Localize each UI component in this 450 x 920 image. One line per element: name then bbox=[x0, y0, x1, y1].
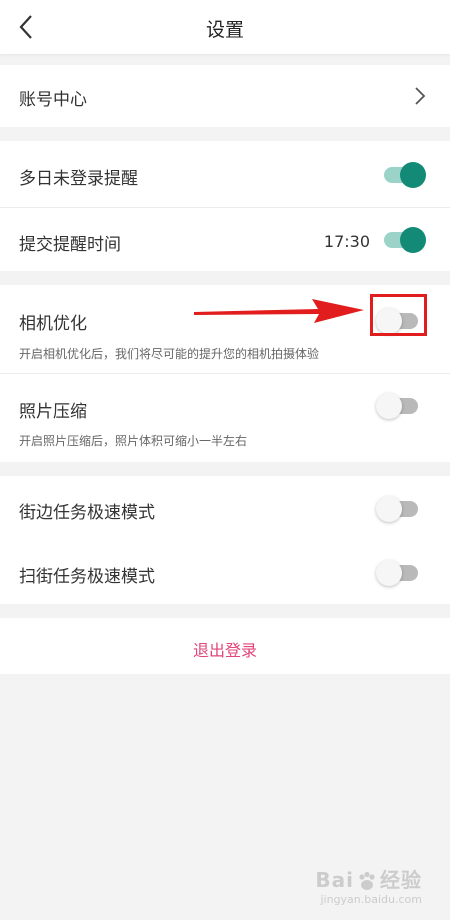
submit-reminder-time-row[interactable]: 提交提醒时间 17:30 bbox=[0, 208, 450, 271]
watermark-text-cn: 经验 bbox=[380, 868, 422, 892]
photo-compression-row: 照片压缩 开启照片压缩后，照片体积可缩小一半左右 bbox=[0, 374, 450, 462]
toggle-knob bbox=[400, 162, 426, 188]
submit-reminder-time-label: 提交提醒时间 bbox=[19, 235, 121, 255]
scan-task-mode-row: 扫街任务极速模式 bbox=[0, 540, 450, 604]
multi-day-reminder-row: 多日未登录提醒 bbox=[0, 141, 450, 207]
toggle-knob bbox=[376, 393, 402, 419]
photo-compression-toggle[interactable] bbox=[376, 393, 418, 419]
speed-modes-group: 街边任务极速模式 扫街任务极速模式 bbox=[0, 476, 450, 604]
paw-icon bbox=[359, 871, 375, 890]
scan-task-mode-label: 扫街任务极速模式 bbox=[19, 567, 155, 587]
multi-day-reminder-toggle[interactable] bbox=[384, 162, 426, 188]
photo-compression-label: 照片压缩 bbox=[19, 402, 87, 422]
page-title: 设置 bbox=[205, 19, 244, 41]
street-task-mode-label: 街边任务极速模式 bbox=[19, 503, 155, 523]
nav-bar: 设置 bbox=[0, 0, 450, 54]
logout-group: 退出登录 bbox=[0, 618, 450, 674]
street-task-mode-toggle[interactable] bbox=[376, 496, 418, 522]
photo-compression-desc: 开启照片压缩后，照片体积可缩小一半左右 bbox=[19, 434, 248, 448]
scan-task-mode-toggle[interactable] bbox=[376, 560, 418, 586]
street-task-mode-row: 街边任务极速模式 bbox=[0, 476, 450, 540]
watermark-text: Bai bbox=[315, 868, 354, 892]
reminders-group: 多日未登录提醒 提交提醒时间 17:30 bbox=[0, 141, 450, 271]
annotation-arrow bbox=[194, 299, 364, 323]
toggle-knob bbox=[376, 560, 402, 586]
account-center-row[interactable]: 账号中心 bbox=[0, 65, 450, 127]
account-group: 账号中心 bbox=[0, 65, 450, 127]
chevron-right-icon bbox=[415, 87, 426, 105]
toggle-knob bbox=[376, 496, 402, 522]
account-center-label: 账号中心 bbox=[19, 90, 87, 110]
camera-optimization-label: 相机优化 bbox=[19, 314, 87, 334]
watermark-url: jingyan.baidu.com bbox=[320, 893, 422, 906]
logout-button[interactable]: 退出登录 bbox=[0, 637, 450, 661]
annotation-highlight-box bbox=[370, 294, 427, 336]
reminder-time-value[interactable]: 17:30 bbox=[324, 232, 370, 251]
watermark: Bai 经验 jingyan.baidu.com bbox=[315, 864, 422, 906]
toggle-knob bbox=[400, 227, 426, 253]
camera-optimization-desc: 开启相机优化后，我们将尽可能的提升您的相机拍摄体验 bbox=[19, 347, 320, 361]
multi-day-reminder-label: 多日未登录提醒 bbox=[19, 169, 138, 189]
submit-reminder-toggle[interactable] bbox=[384, 227, 426, 253]
